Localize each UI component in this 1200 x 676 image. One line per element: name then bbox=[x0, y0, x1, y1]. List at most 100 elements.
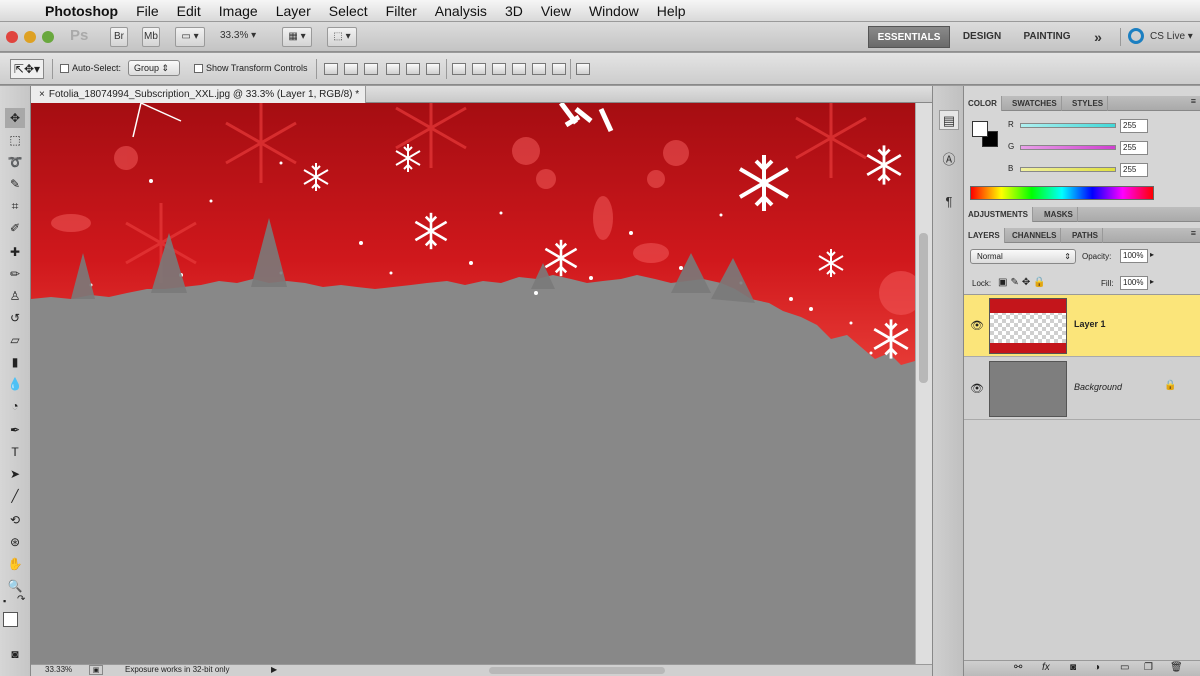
menu-image[interactable]: Image bbox=[210, 3, 267, 19]
3d-orbit-tool-icon[interactable]: ⊛ bbox=[5, 532, 25, 552]
minimize-window-button[interactable] bbox=[24, 31, 36, 43]
new-layer-icon[interactable]: ❐ bbox=[1144, 662, 1153, 673]
status-preview-icon[interactable]: ▣ bbox=[89, 665, 103, 675]
workspace-design[interactable]: DESIGN bbox=[956, 26, 1008, 48]
distribute-vcenter-icon[interactable] bbox=[472, 63, 486, 75]
layer-row-layer-1[interactable]: 👁 Layer 1 bbox=[964, 295, 1200, 357]
auto-select-checkbox[interactable] bbox=[60, 64, 69, 73]
status-zoom[interactable]: 33.33% bbox=[45, 665, 72, 674]
path-selection-tool-icon[interactable]: ➤ bbox=[5, 464, 25, 484]
marquee-tool-icon[interactable]: ⬚ bbox=[5, 130, 25, 150]
opacity-slider-arrow-icon[interactable]: ▸ bbox=[1150, 250, 1154, 259]
view-extras-button[interactable]: ▭ ▾ bbox=[175, 27, 205, 47]
tab-styles[interactable]: STYLES bbox=[1068, 96, 1109, 111]
color-foreground-swatch[interactable] bbox=[972, 121, 988, 137]
color-panel-menu-icon[interactable]: ≡ bbox=[1191, 96, 1196, 106]
screen-mode-button[interactable]: ⬚ ▾ bbox=[327, 27, 357, 47]
menu-layer[interactable]: Layer bbox=[267, 3, 320, 19]
gradient-tool-icon[interactable]: ▮ bbox=[5, 352, 25, 372]
swap-colors-icon[interactable]: ↷ bbox=[17, 594, 25, 605]
align-hcenter-icon[interactable] bbox=[406, 63, 420, 75]
distribute-left-icon[interactable] bbox=[512, 63, 526, 75]
eraser-tool-icon[interactable]: ▱ bbox=[5, 330, 25, 350]
horizontal-scroll-thumb[interactable] bbox=[489, 667, 665, 674]
visibility-eye-icon[interactable]: 👁 bbox=[970, 319, 984, 332]
lasso-tool-icon[interactable]: ➰ bbox=[5, 152, 25, 172]
default-colors-icon[interactable]: ▪ bbox=[3, 596, 6, 606]
hand-tool-icon[interactable]: ✋ bbox=[5, 554, 25, 574]
color-r-value[interactable]: 255 bbox=[1120, 119, 1148, 133]
blend-mode-dropdown[interactable]: Normal ⇕ bbox=[970, 249, 1076, 264]
pen-tool-icon[interactable]: ✒ bbox=[5, 420, 25, 440]
layer-style-icon[interactable]: fx bbox=[1042, 662, 1050, 673]
tab-color[interactable]: COLOR bbox=[964, 96, 1002, 111]
menu-edit[interactable]: Edit bbox=[168, 3, 210, 19]
clone-stamp-tool-icon[interactable]: ♙ bbox=[5, 286, 25, 306]
foreground-color-swatch[interactable] bbox=[3, 612, 18, 627]
character-panel-icon[interactable]: Ⓐ bbox=[939, 150, 959, 170]
visibility-eye-icon[interactable]: 👁 bbox=[970, 382, 984, 395]
vertical-scroll-thumb[interactable] bbox=[919, 233, 928, 383]
align-top-icon[interactable] bbox=[324, 63, 338, 75]
menu-analysis[interactable]: Analysis bbox=[426, 3, 496, 19]
menu-select[interactable]: Select bbox=[320, 3, 377, 19]
zoom-tool-icon[interactable]: 🔍 bbox=[5, 576, 25, 596]
blur-tool-icon[interactable]: 💧 bbox=[5, 374, 25, 394]
more-workspaces-button[interactable]: » bbox=[1086, 26, 1110, 48]
menu-help[interactable]: Help bbox=[648, 3, 695, 19]
color-b-slider[interactable] bbox=[1020, 167, 1116, 172]
align-vcenter-icon[interactable] bbox=[344, 63, 358, 75]
add-mask-icon[interactable]: ◙ bbox=[1070, 662, 1076, 673]
distribute-top-icon[interactable] bbox=[452, 63, 466, 75]
workspace-painting[interactable]: PAINTING bbox=[1016, 26, 1078, 48]
layer-name[interactable]: Background bbox=[1074, 382, 1122, 392]
align-bottom-icon[interactable] bbox=[364, 63, 378, 75]
move-tool-icon[interactable]: ✥ bbox=[5, 108, 25, 128]
distribute-bottom-icon[interactable] bbox=[492, 63, 506, 75]
status-menu-arrow-icon[interactable]: ▶ bbox=[271, 665, 277, 674]
show-transform-checkbox[interactable] bbox=[194, 64, 203, 73]
link-layers-icon[interactable]: ⚯ bbox=[1014, 662, 1022, 673]
tab-swatches[interactable]: SWATCHES bbox=[1008, 96, 1062, 111]
zoom-window-button[interactable] bbox=[42, 31, 54, 43]
distribute-hcenter-icon[interactable] bbox=[532, 63, 546, 75]
3d-rotate-tool-icon[interactable]: ⟲ bbox=[5, 510, 25, 530]
cs-live-menu[interactable]: CS Live ▾ bbox=[1150, 31, 1193, 42]
launch-bridge-button[interactable]: Br bbox=[110, 27, 128, 47]
menu-3d[interactable]: 3D bbox=[496, 3, 532, 19]
fill-input[interactable]: 100% bbox=[1120, 276, 1148, 290]
lock-options-icons[interactable]: ▣✎✥🔒 bbox=[998, 277, 1049, 288]
layer-name[interactable]: Layer 1 bbox=[1074, 319, 1106, 329]
opacity-input[interactable]: 100% bbox=[1120, 249, 1148, 263]
align-right-icon[interactable] bbox=[426, 63, 440, 75]
dodge-tool-icon[interactable]: ◔ bbox=[5, 396, 25, 416]
launch-minibridge-button[interactable]: Mb bbox=[142, 27, 160, 47]
menu-filter[interactable]: Filter bbox=[377, 3, 426, 19]
line-tool-icon[interactable]: ╱ bbox=[5, 486, 25, 506]
zoom-level-select[interactable]: 33.3% ▾ bbox=[220, 30, 256, 41]
distribute-right-icon[interactable] bbox=[552, 63, 566, 75]
document-tab[interactable]: × Fotolia_18074994_Subscription_XXL.jpg @… bbox=[31, 86, 367, 103]
history-panel-icon[interactable]: ▤ bbox=[939, 110, 959, 130]
align-left-icon[interactable] bbox=[386, 63, 400, 75]
history-brush-tool-icon[interactable]: ↺ bbox=[5, 308, 25, 328]
healing-brush-tool-icon[interactable]: ✚ bbox=[5, 242, 25, 262]
delete-layer-icon[interactable]: 🗑 bbox=[1170, 662, 1183, 673]
adjustment-layer-icon[interactable]: ◑ bbox=[1094, 662, 1100, 673]
workspace-essentials[interactable]: ESSENTIALS bbox=[868, 26, 950, 48]
tab-adjustments[interactable]: ADJUSTMENTS bbox=[964, 207, 1034, 222]
color-g-slider[interactable] bbox=[1020, 145, 1116, 150]
document-canvas[interactable] bbox=[31, 103, 915, 664]
layers-panel-menu-icon[interactable]: ≡ bbox=[1191, 228, 1196, 238]
brush-tool-icon[interactable]: ✏ bbox=[5, 264, 25, 284]
color-r-slider[interactable] bbox=[1020, 123, 1116, 128]
paragraph-panel-icon[interactable]: ¶ bbox=[939, 192, 959, 212]
menu-app-photoshop[interactable]: Photoshop bbox=[36, 3, 127, 19]
layer-row-background[interactable]: 👁 Background 🔒 bbox=[964, 358, 1200, 420]
new-group-icon[interactable]: ▭ bbox=[1120, 662, 1129, 673]
crop-tool-icon[interactable]: ⌗ bbox=[5, 196, 25, 216]
close-window-button[interactable] bbox=[6, 31, 18, 43]
arrange-documents-button[interactable]: ▦ ▾ bbox=[282, 27, 312, 47]
tab-masks[interactable]: MASKS bbox=[1040, 207, 1078, 222]
type-tool-icon[interactable]: T bbox=[5, 442, 25, 462]
